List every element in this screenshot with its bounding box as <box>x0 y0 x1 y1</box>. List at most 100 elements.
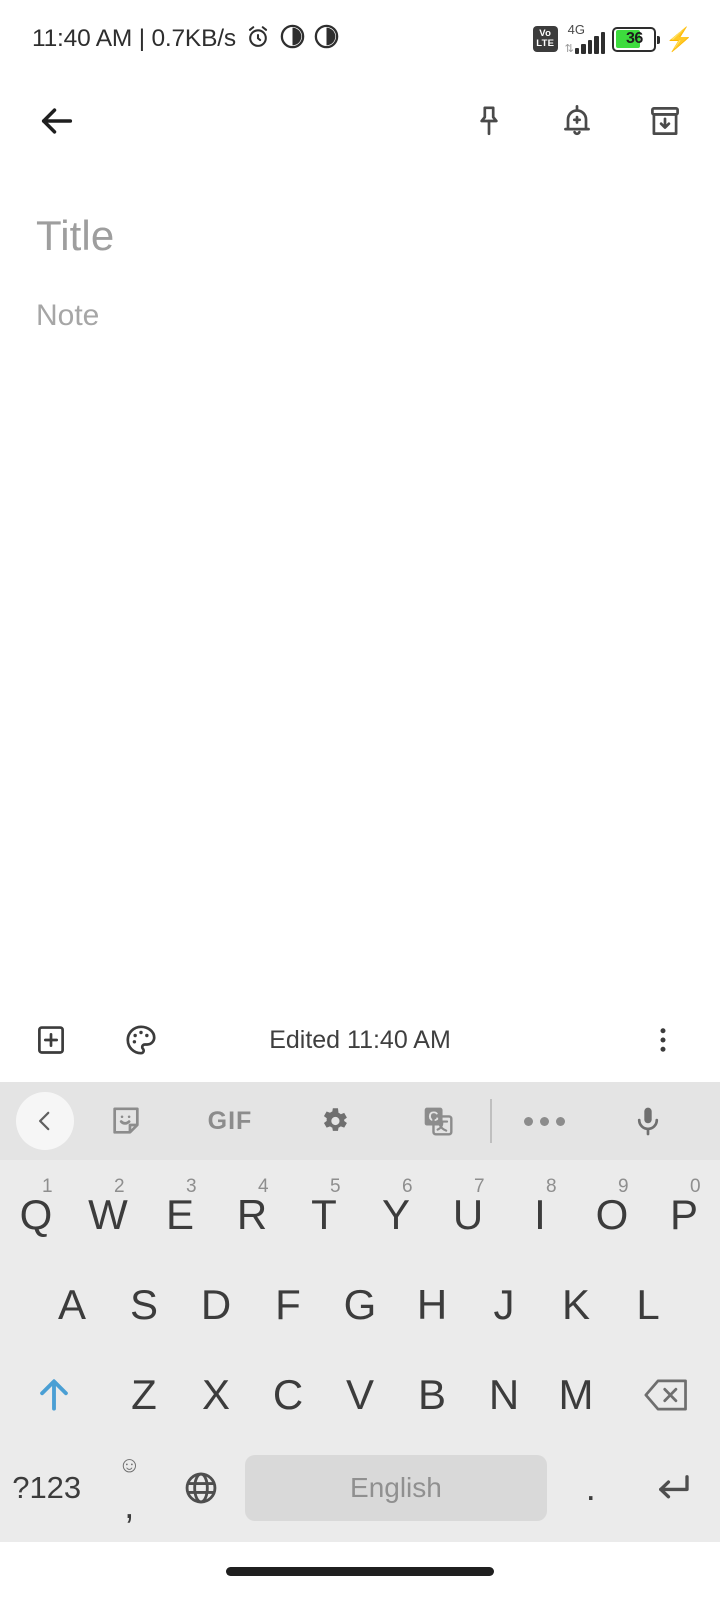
key-r[interactable]: 4R <box>216 1170 288 1260</box>
key-sup: 3 <box>186 1176 197 1197</box>
overflow-dots-icon[interactable] <box>492 1082 596 1160</box>
key-label: Q <box>19 1191 53 1238</box>
data-arrows-icon: ⇅ <box>564 43 574 55</box>
archive-icon[interactable] <box>634 90 696 152</box>
kb-back-chevron-icon[interactable] <box>16 1092 74 1150</box>
backspace-icon[interactable] <box>612 1350 720 1440</box>
key-c[interactable]: C <box>252 1350 324 1440</box>
key-d[interactable]: D <box>180 1260 252 1350</box>
reminder-bell-icon[interactable] <box>546 90 608 152</box>
pin-icon[interactable] <box>458 90 520 152</box>
key-h[interactable]: H <box>396 1260 468 1350</box>
key-sup: 9 <box>618 1176 629 1197</box>
status-bar-left: 11:40 AM | 0.7KB/s <box>32 24 339 55</box>
volte-line-2: LTE <box>536 38 555 49</box>
key-k[interactable]: K <box>540 1260 612 1350</box>
status-bar-right: Vo LTE 4G ⇅ 36 ⚡ <box>532 22 694 55</box>
gboard-keyboard: GIF G 1 Q 2 W 3 E 4 R 5 T 6 Y 7 U 8 I 9 … <box>0 1082 720 1542</box>
edited-timestamp: Edited 11:40 AM <box>269 1025 451 1054</box>
key-sup: 8 <box>546 1176 557 1197</box>
key-label: E <box>165 1191 194 1238</box>
key-u[interactable]: 7U <box>432 1170 504 1260</box>
overflow-dots <box>523 1116 565 1126</box>
key-sup: 4 <box>258 1176 269 1197</box>
key-sup: 7 <box>474 1176 485 1197</box>
note-body-input[interactable]: Note <box>36 296 684 335</box>
settings-gear-icon[interactable] <box>282 1082 386 1160</box>
key-f[interactable]: F <box>252 1260 324 1350</box>
key-x[interactable]: X <box>180 1350 252 1440</box>
key-i[interactable]: 8I <box>504 1170 576 1260</box>
key-sup: 2 <box>114 1176 125 1197</box>
space-key[interactable]: English <box>245 1455 547 1521</box>
key-sup: 1 <box>42 1176 53 1197</box>
network-type-label: 4G <box>567 22 585 37</box>
keyboard-row-4: ?123 ☺ , English . <box>0 1440 720 1536</box>
more-options-icon[interactable] <box>632 1009 694 1071</box>
charging-bolt-icon: ⚡ <box>665 25 694 52</box>
period-key[interactable]: . <box>555 1440 627 1536</box>
key-a[interactable]: A <box>36 1260 108 1350</box>
key-sup: 5 <box>330 1176 341 1197</box>
key-sup: 0 <box>690 1176 701 1197</box>
key-g[interactable]: G <box>324 1260 396 1350</box>
key-l[interactable]: L <box>612 1260 684 1350</box>
status-bar: 11:40 AM | 0.7KB/s Vo LTE 4G ⇅ 36 ⚡ <box>0 0 720 78</box>
key-t[interactable]: 5T <box>288 1170 360 1260</box>
google-translate-icon[interactable]: G <box>386 1082 490 1160</box>
key-e[interactable]: 3E <box>144 1170 216 1260</box>
key-label: I <box>534 1191 546 1238</box>
signal-bars <box>574 32 606 54</box>
phone-screen: 11:40 AM | 0.7KB/s Vo LTE 4G ⇅ 36 ⚡ Titl… <box>0 0 720 1600</box>
key-b[interactable]: B <box>396 1350 468 1440</box>
key-label: T <box>311 1191 337 1238</box>
volte-icon: Vo LTE <box>532 26 558 52</box>
key-o[interactable]: 9O <box>576 1170 648 1260</box>
key-m[interactable]: M <box>540 1350 612 1440</box>
sticker-icon[interactable] <box>74 1082 178 1160</box>
key-p[interactable]: 0P <box>648 1170 720 1260</box>
back-arrow-icon[interactable] <box>26 90 88 152</box>
microphone-icon[interactable] <box>596 1082 700 1160</box>
key-w[interactable]: 2W <box>72 1170 144 1260</box>
key-q[interactable]: 1Q <box>0 1170 72 1260</box>
dnd-half-circle-icon <box>280 24 305 54</box>
key-y[interactable]: 6Y <box>360 1170 432 1260</box>
key-label: W <box>88 1191 128 1238</box>
key-z[interactable]: Z <box>108 1350 180 1440</box>
shift-key[interactable] <box>0 1350 108 1440</box>
gesture-nav-bar <box>0 1542 720 1600</box>
note-title-input[interactable]: Title <box>36 212 684 260</box>
alarm-icon <box>245 24 271 55</box>
note-editor[interactable]: Title Note <box>0 164 720 998</box>
keyboard-row-1: 1Q 2W 3E 4R 5T 6Y 7U 8I 9O 0P <box>0 1170 720 1260</box>
keyboard-rows: 1Q 2W 3E 4R 5T 6Y 7U 8I 9O 0P A S D F G … <box>0 1160 720 1542</box>
keyboard-row-3: Z X C V B N M <box>0 1350 720 1440</box>
key-label: O <box>595 1191 629 1238</box>
gif-icon[interactable]: GIF <box>178 1082 282 1160</box>
emoji-icon: ☺ <box>118 1452 141 1477</box>
key-label: P <box>669 1191 698 1238</box>
signal-icon: 4G ⇅ <box>564 22 606 55</box>
key-label: Y <box>381 1191 410 1238</box>
gesture-nav-pill[interactable] <box>226 1566 494 1576</box>
battery-icon: 36 <box>612 26 661 52</box>
add-box-icon[interactable] <box>20 1009 82 1071</box>
comma-label: , <box>124 1485 135 1526</box>
keyboard-row-2: A S D F G H J K L <box>0 1260 720 1350</box>
theme-half-circle-icon <box>314 24 339 54</box>
keyboard-toolbar: GIF G <box>0 1082 720 1160</box>
enter-icon[interactable] <box>627 1440 720 1536</box>
color-palette-icon[interactable] <box>110 1009 172 1071</box>
key-v[interactable]: V <box>324 1350 396 1440</box>
globe-icon[interactable] <box>165 1440 237 1536</box>
key-s[interactable]: S <box>108 1260 180 1350</box>
battery-percent-label: 36 <box>625 30 643 47</box>
comma-key[interactable]: ☺ , <box>93 1440 165 1536</box>
key-label: U <box>452 1191 484 1238</box>
key-n[interactable]: N <box>468 1350 540 1440</box>
app-bar <box>0 78 720 164</box>
gif-label: GIF <box>207 1106 253 1135</box>
symbols-key[interactable]: ?123 <box>0 1440 93 1536</box>
key-j[interactable]: J <box>468 1260 540 1350</box>
